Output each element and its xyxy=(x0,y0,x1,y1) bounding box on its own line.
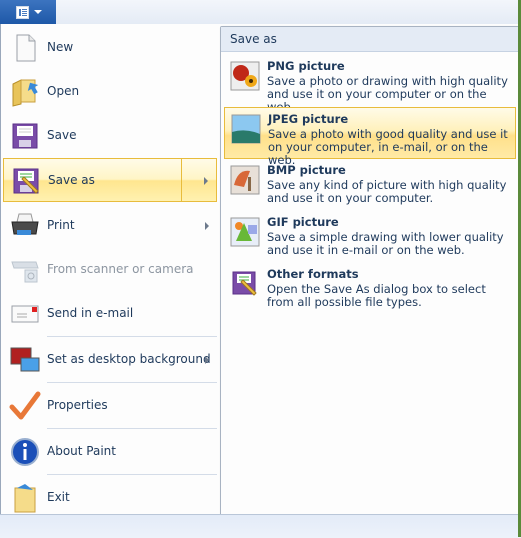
menu-item-label: New xyxy=(47,40,74,54)
menu-item-set-desktop-background[interactable]: Set as desktop background xyxy=(3,338,217,382)
submenu-title: Save as xyxy=(230,32,277,46)
save-option-png[interactable]: PNG picture Save a photo or drawing with… xyxy=(224,55,516,114)
paint-menu-icon xyxy=(16,6,29,19)
new-document-icon xyxy=(16,34,36,62)
menu-item-new[interactable]: New xyxy=(3,26,217,70)
paint-app-menu-button[interactable] xyxy=(0,0,56,24)
save-as-icon xyxy=(13,168,39,194)
application-menu: New Open Save Save as Print From scanner… xyxy=(0,24,521,516)
save-option-gif[interactable]: GIF picture Save a simple drawing with l… xyxy=(224,211,516,263)
chevron-down-icon xyxy=(34,10,42,14)
bmp-picture-icon xyxy=(230,165,260,195)
menu-separator xyxy=(47,382,217,383)
menu-item-label: Set as desktop background xyxy=(47,352,211,366)
save-option-other-formats[interactable]: Other formats Open the Save As dialog bo… xyxy=(224,263,516,315)
save-option-bmp[interactable]: BMP picture Save any kind of picture wit… xyxy=(224,159,516,211)
menu-item-label: Properties xyxy=(47,398,108,412)
option-description: Save any kind of picture with high quali… xyxy=(267,178,507,205)
chevron-right-icon xyxy=(205,356,209,364)
option-title: JPEG picture xyxy=(268,112,349,126)
menu-item-label: Save as xyxy=(48,173,95,187)
menu-item-label: Send in e-mail xyxy=(47,306,134,320)
printer-icon xyxy=(11,213,39,235)
menu-separator xyxy=(47,428,217,429)
png-picture-icon xyxy=(230,61,260,91)
menu-item-save-as[interactable]: Save as xyxy=(3,158,217,202)
menu-item-about-paint[interactable]: About Paint xyxy=(3,430,217,474)
checkmark-icon xyxy=(9,391,41,420)
menu-item-print[interactable]: Print xyxy=(3,204,217,248)
desktop-icon xyxy=(10,347,40,372)
menu-separator xyxy=(47,474,217,475)
menu-item-label: About Paint xyxy=(47,444,116,458)
submenu-header: Save as xyxy=(221,27,519,52)
open-folder-icon xyxy=(12,79,39,107)
option-title: PNG picture xyxy=(267,59,345,73)
menu-footer xyxy=(0,514,521,538)
option-title: BMP picture xyxy=(267,163,346,177)
info-icon xyxy=(11,438,39,466)
left-menu: New Open Save Save as Print From scanner… xyxy=(1,24,219,514)
ribbon-top-bar xyxy=(0,0,521,25)
jpeg-picture-icon xyxy=(231,114,261,144)
menu-separator xyxy=(47,336,217,337)
option-title: GIF picture xyxy=(267,215,339,229)
menu-item-properties[interactable]: Properties xyxy=(3,384,217,428)
menu-item-from-scanner: From scanner or camera xyxy=(3,248,217,292)
menu-item-send-email[interactable]: Send in e-mail xyxy=(3,292,217,336)
option-description: Save a simple drawing with lower quality… xyxy=(267,230,504,257)
menu-item-open[interactable]: Open xyxy=(3,70,217,114)
menu-item-label: From scanner or camera xyxy=(47,262,194,276)
option-title: Other formats xyxy=(267,267,359,281)
chevron-right-icon xyxy=(204,177,208,185)
scanner-icon xyxy=(11,261,39,283)
option-description: Open the Save As dialog box to select fr… xyxy=(267,282,486,309)
exit-icon xyxy=(14,484,36,513)
chevron-right-icon xyxy=(205,222,209,230)
menu-item-save[interactable]: Save xyxy=(3,114,217,158)
email-icon xyxy=(11,305,39,323)
gif-picture-icon xyxy=(230,217,260,247)
floppy-disk-icon xyxy=(12,123,38,149)
menu-item-label: Save xyxy=(47,128,77,142)
menu-item-label: Exit xyxy=(47,490,70,504)
menu-item-label: Open xyxy=(47,84,80,98)
save-as-submenu: Save as PNG picture Save a photo or draw… xyxy=(220,26,520,516)
menu-item-label: Print xyxy=(47,218,75,232)
save-option-jpeg[interactable]: JPEG picture Save a photo with good qual… xyxy=(224,107,516,167)
submenu-split-button[interactable] xyxy=(181,159,216,201)
save-as-icon xyxy=(232,271,257,296)
